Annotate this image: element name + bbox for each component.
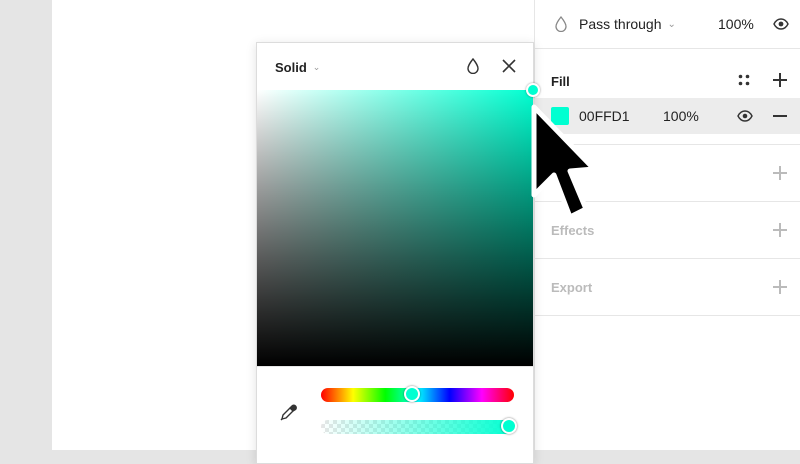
add-effect-icon[interactable]	[773, 223, 787, 237]
chevron-down-icon: ⌄	[667, 18, 676, 30]
export-section: Export	[535, 259, 800, 316]
close-icon[interactable]	[502, 59, 516, 73]
add-fill-icon[interactable]	[773, 73, 787, 87]
left-gutter	[0, 0, 52, 450]
layer-row: Pass through ⌄ 100%	[535, 0, 800, 49]
add-stroke-icon[interactable]	[773, 166, 787, 180]
remove-fill-icon[interactable]	[773, 115, 787, 117]
add-export-icon[interactable]	[773, 280, 787, 294]
blend-drop-icon	[555, 16, 567, 32]
eye-icon[interactable]	[737, 110, 753, 122]
blend-mode-label: Pass through	[579, 16, 662, 32]
paint-type-label: Solid	[275, 60, 307, 75]
styles-grid-icon[interactable]	[737, 73, 751, 87]
chevron-down-icon: ⌄	[312, 62, 321, 72]
blend-mode-select[interactable]: Pass through ⌄	[579, 16, 676, 32]
export-title: Export	[551, 280, 593, 295]
paint-type-select[interactable]: Solid ⌄	[275, 60, 320, 75]
opacity-slider[interactable]	[321, 420, 514, 434]
eyedropper-icon[interactable]	[279, 402, 299, 422]
hue-slider-handle[interactable]	[404, 386, 420, 402]
color-sliders	[257, 366, 533, 464]
fill-title: Fill	[551, 74, 570, 89]
fill-opacity[interactable]: 100%	[663, 108, 699, 124]
color-picker-popup: Solid ⌄	[256, 42, 534, 464]
eye-icon[interactable]	[773, 17, 789, 31]
saturation-value-area[interactable]	[257, 90, 533, 366]
properties-panel: Pass through ⌄ 100% Fill 00FFD1 100% ··	[534, 0, 800, 450]
layer-opacity[interactable]: 100%	[718, 16, 754, 32]
color-picker-header: Solid ⌄	[257, 43, 533, 91]
effects-title: Effects	[551, 223, 595, 238]
opacity-slider-handle[interactable]	[501, 418, 517, 434]
blend-drop-icon[interactable]	[467, 58, 479, 74]
mouse-pointer-icon	[531, 104, 596, 220]
